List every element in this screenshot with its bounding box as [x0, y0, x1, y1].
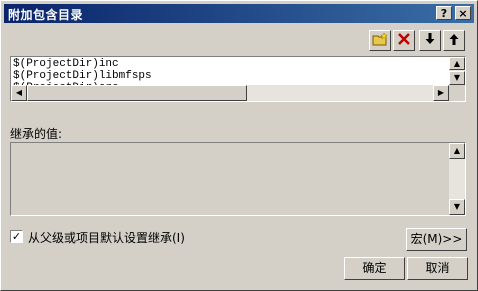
inherit-checkbox[interactable]: ✓: [10, 230, 23, 243]
list-vertical-scrollbar[interactable]: ▲ ▼: [449, 57, 465, 85]
move-up-button[interactable]: [443, 30, 465, 51]
inherited-scroll-down-button[interactable]: ▼: [449, 199, 465, 215]
help-button[interactable]: ?: [436, 6, 452, 20]
macros-button[interactable]: 宏(M)>>: [406, 228, 467, 251]
scroll-thumb[interactable]: [27, 85, 247, 101]
inherited-values-label: 继承的值:: [10, 127, 63, 141]
ok-button[interactable]: 确定: [344, 257, 405, 280]
move-down-button[interactable]: [419, 30, 441, 51]
scroll-right-button[interactable]: ▶: [433, 85, 449, 101]
inherited-scroll-up-button[interactable]: ▲: [449, 143, 465, 159]
list-horizontal-scrollbar[interactable]: ◀ ▶: [11, 85, 449, 101]
close-button[interactable]: ×: [455, 6, 471, 20]
inherited-values-box: ▲ ▼: [10, 142, 466, 216]
directory-list[interactable]: $(ProjectDir)inc$(ProjectDir)libmfsps$(P…: [10, 56, 466, 102]
scroll-left-button[interactable]: ◀: [11, 85, 27, 101]
cancel-button[interactable]: 取消: [407, 257, 468, 280]
inherited-scrollbar[interactable]: ▲ ▼: [449, 143, 465, 215]
title-bar: 附加包含目录 ? ×: [4, 4, 474, 23]
scroll-up-button[interactable]: ▲: [449, 57, 465, 70]
delete-x-icon: [397, 32, 411, 49]
list-item[interactable]: $(ProjectDir)libmfsps: [13, 70, 152, 82]
scroll-corner: [449, 85, 465, 101]
inherit-checkbox-label[interactable]: 从父级或项目默认设置继承(I): [28, 229, 185, 246]
arrow-down-icon: [424, 32, 436, 49]
dialog-title: 附加包含目录: [8, 8, 84, 22]
arrow-up-icon: [448, 32, 460, 49]
delete-button[interactable]: [393, 30, 415, 51]
list-item[interactable]: $(ProjectDir)inc: [13, 58, 152, 70]
dialog-window: 附加包含目录 ? × $(ProjectDir)inc $(ProjectDir…: [0, 0, 478, 291]
scroll-down-button[interactable]: ▼: [449, 71, 465, 85]
new-folder-icon: [372, 32, 388, 49]
new-line-button[interactable]: [369, 30, 391, 51]
